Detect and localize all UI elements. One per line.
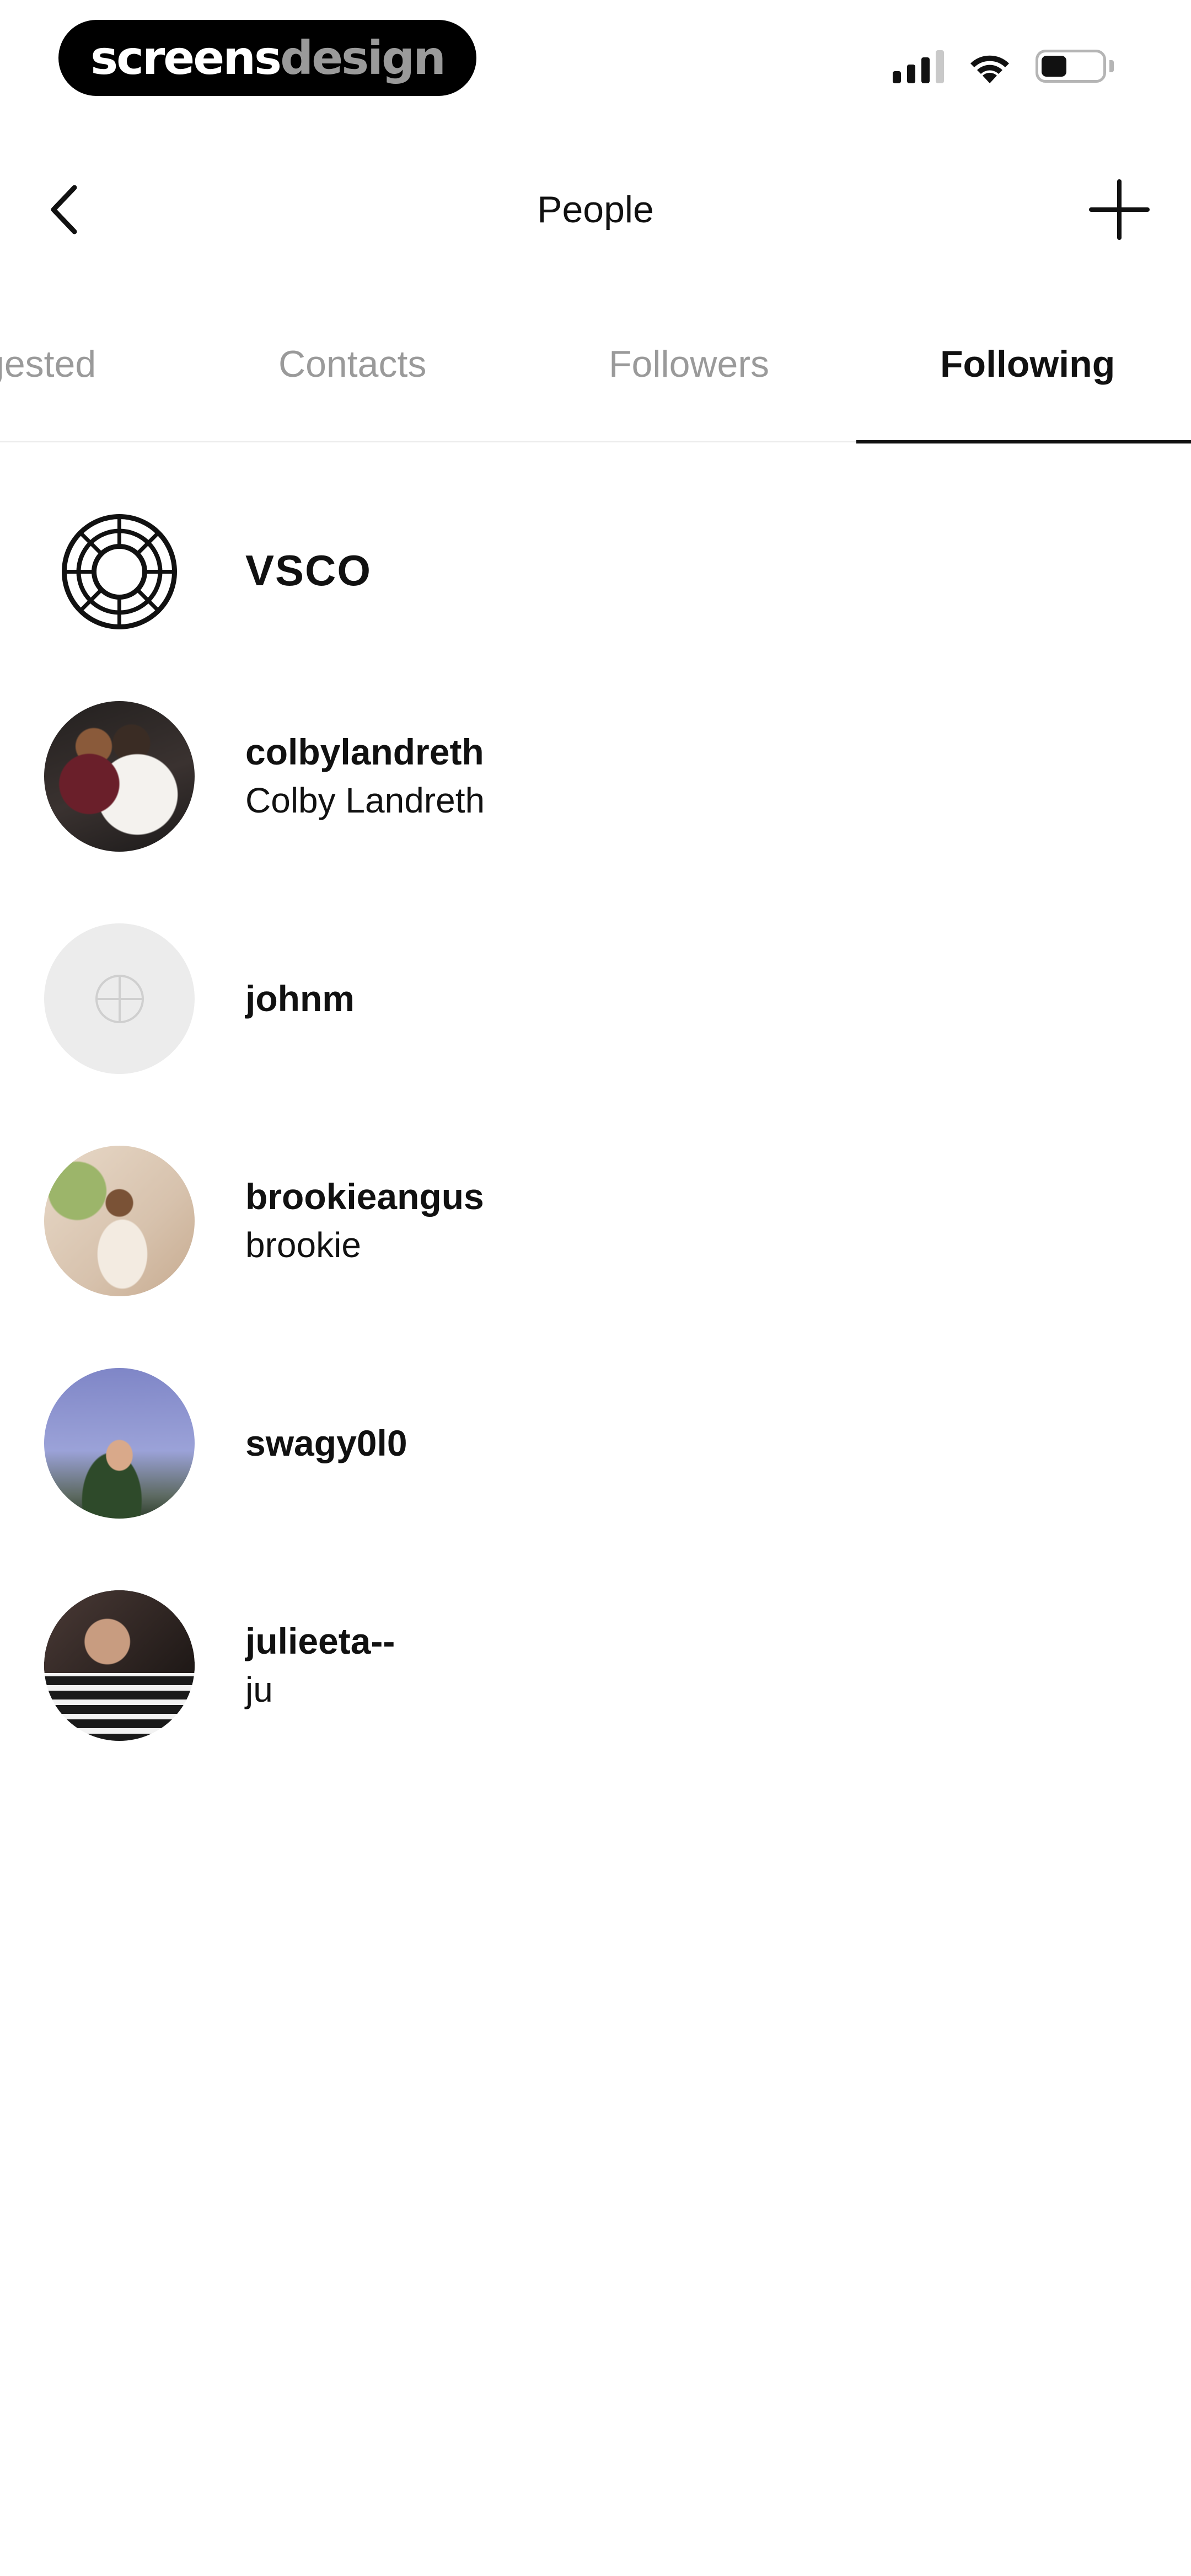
avatar[interactable] [44, 1146, 195, 1296]
header-bar: People [0, 138, 1191, 281]
username: johnm [245, 978, 355, 1019]
username: swagy0l0 [245, 1423, 407, 1463]
avatar[interactable] [44, 923, 195, 1074]
avatar[interactable] [44, 701, 195, 852]
status-bar: screens design [0, 0, 1191, 121]
system-icons [893, 44, 1114, 88]
tab-following[interactable]: Following [940, 331, 1115, 397]
tab-followers[interactable]: Followers [609, 331, 769, 397]
list-item[interactable]: johnm [0, 886, 1191, 1108]
logo-text-screens: screens [90, 31, 282, 85]
list-item[interactable]: VSCO [0, 441, 1191, 664]
full-name: Colby Landreth [245, 781, 485, 820]
plus-icon [1089, 179, 1150, 240]
cellular-signal-icon [893, 49, 944, 83]
avatar[interactable] [44, 1368, 195, 1519]
username: colbylandreth [245, 731, 484, 772]
person-names: brookieangus brookie [245, 1172, 484, 1269]
default-avatar-icon [95, 974, 144, 1023]
vsco-logo-icon [62, 514, 177, 629]
person-names: colbylandreth Colby Landreth [245, 728, 485, 825]
username: brookieangus [245, 1176, 484, 1217]
people-tabs: gested Contacts Followers Following [0, 309, 1191, 443]
full-name: brookie [245, 1225, 361, 1265]
person-names: johnm [245, 974, 355, 1023]
add-person-button[interactable] [1081, 171, 1158, 248]
screensdesign-logo: screens design [58, 20, 476, 96]
username: VSCO [245, 546, 372, 595]
wifi-icon [970, 55, 1009, 83]
tab-contacts[interactable]: Contacts [278, 331, 426, 397]
logo-text-design: design [280, 31, 446, 85]
avatar[interactable] [44, 1590, 195, 1741]
list-item[interactable]: colbylandreth Colby Landreth [0, 664, 1191, 886]
full-name: ju [245, 1670, 273, 1709]
battery-icon [1036, 50, 1114, 83]
list-item[interactable]: swagy0l0 [0, 1330, 1191, 1553]
list-item[interactable]: brookieangus brookie [0, 1108, 1191, 1330]
tab-suggested[interactable]: gested [0, 331, 116, 397]
list-item[interactable]: julieeta-- ju [0, 1553, 1191, 1775]
person-names: VSCO [245, 546, 372, 595]
avatar[interactable] [44, 496, 195, 647]
person-names: julieeta-- ju [245, 1617, 395, 1714]
people-screen: screens design People ested Contacts Fol… [0, 0, 1191, 2576]
person-names: swagy0l0 [245, 1419, 407, 1467]
username: julieeta-- [245, 1621, 395, 1661]
page-title: People [537, 189, 654, 231]
